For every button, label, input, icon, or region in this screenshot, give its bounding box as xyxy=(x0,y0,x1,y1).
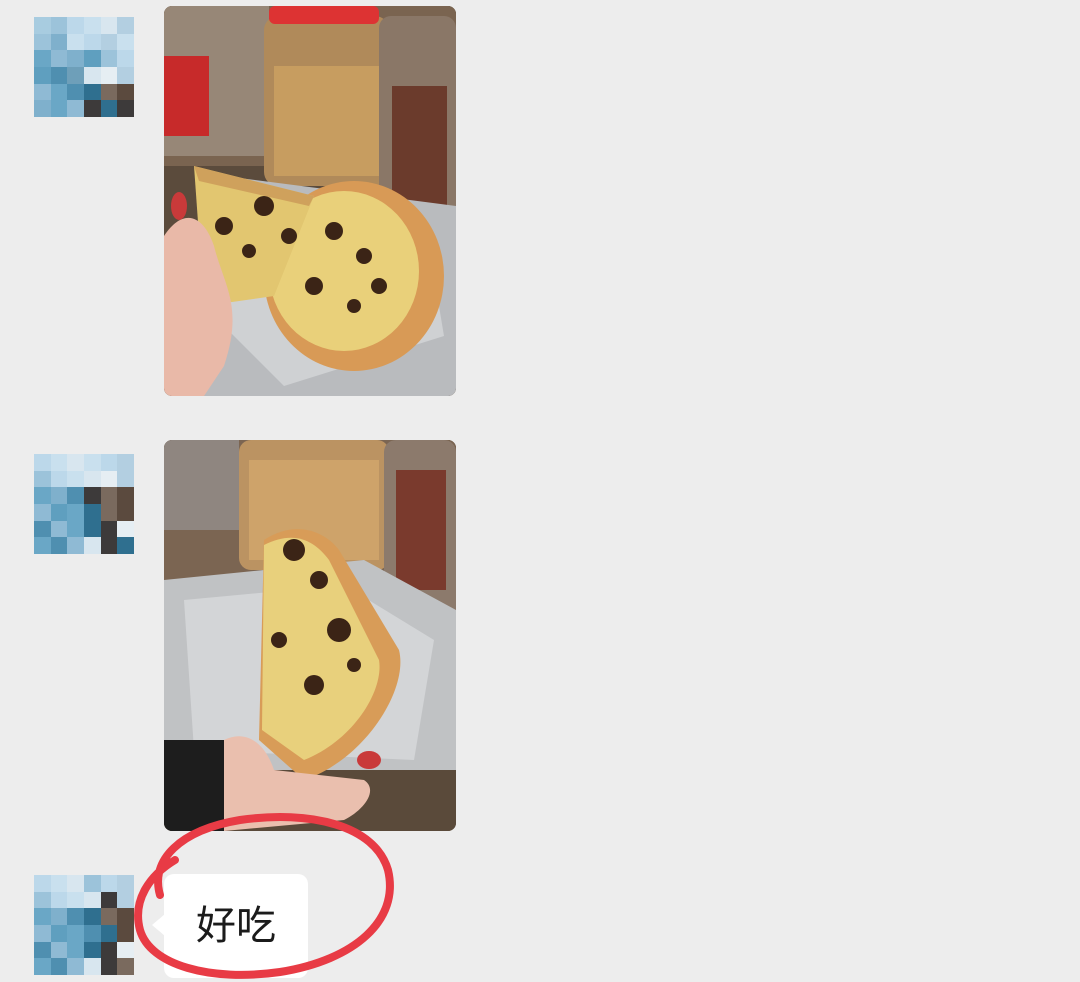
pixelated-avatar-icon[interactable] xyxy=(34,875,134,975)
pixelated-avatar-icon[interactable] xyxy=(34,454,134,554)
pizza-slice-photo-icon xyxy=(164,440,456,831)
pixelated-avatar-icon[interactable] xyxy=(34,17,134,117)
text-bubble[interactable]: 好吃 xyxy=(152,874,308,978)
message-text: 好吃 xyxy=(164,874,308,978)
chat-message-list: 好吃 xyxy=(0,0,1080,982)
message-row-text: 好吃 xyxy=(0,865,1080,982)
pizza-photo-message-1[interactable] xyxy=(164,6,456,396)
message-row-image-1 xyxy=(0,0,1080,400)
pizza-photo-message-2[interactable] xyxy=(164,440,456,831)
pizza-slice-photo-icon xyxy=(164,6,456,396)
message-row-image-2 xyxy=(0,435,1080,835)
